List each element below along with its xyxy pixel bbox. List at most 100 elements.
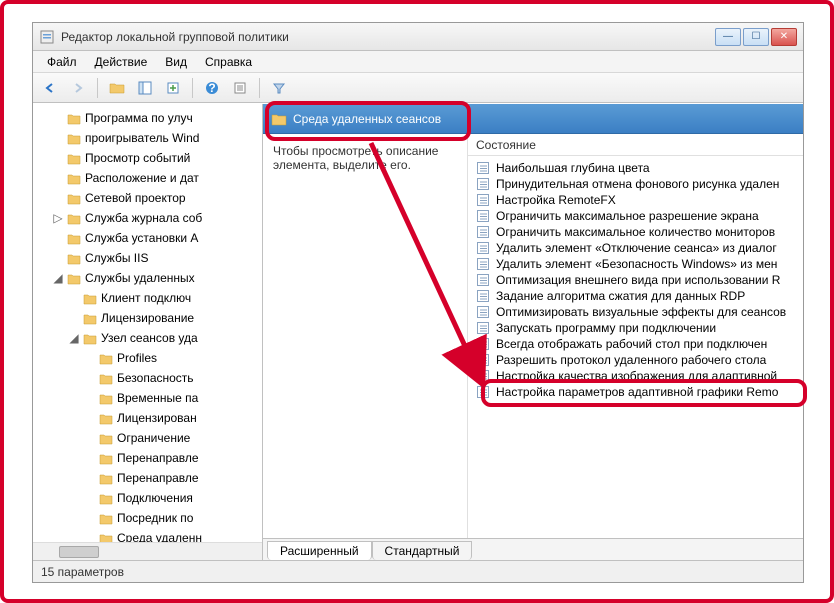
tree-item[interactable]: Среда удаленн: [85, 528, 262, 542]
tree-label: Безопасность: [117, 369, 194, 387]
column-header-state[interactable]: Состояние: [468, 134, 803, 156]
folder-icon: [99, 412, 113, 424]
nav-forward-button[interactable]: [67, 77, 89, 99]
tree-item-session-host[interactable]: ◢ Узел сеансов уда: [69, 328, 262, 348]
status-text: 15 параметров: [41, 565, 124, 579]
policy-icon: [476, 273, 490, 287]
policy-icon: [476, 337, 490, 351]
tree-item[interactable]: Служба установки A: [53, 228, 262, 248]
minimize-button[interactable]: —: [715, 28, 741, 46]
toolbar-separator: [97, 78, 98, 98]
policy-item[interactable]: Ограничить максимальное разрешение экран…: [468, 208, 803, 224]
tree-item[interactable]: Лицензирование: [69, 308, 262, 328]
tree-label: проигрыватель Wind: [85, 129, 199, 147]
collapse-icon[interactable]: ◢: [53, 269, 63, 287]
policy-label: Настройка параметров адаптивной графики …: [496, 385, 778, 399]
tree-item[interactable]: Подключения: [85, 488, 262, 508]
tab-standard[interactable]: Стандартный: [372, 541, 473, 560]
tree-item[interactable]: Profiles: [85, 348, 262, 368]
export-button[interactable]: [162, 77, 184, 99]
policy-label: Удалить элемент «Безопасность Windows» и…: [496, 257, 777, 271]
detail-pane: Среда удаленных сеансов Чтобы просмотрет…: [263, 104, 803, 560]
policy-item[interactable]: Принудительная отмена фонового рисунка у…: [468, 176, 803, 192]
body: Программа по улучпроигрыватель WindПросм…: [33, 103, 803, 560]
tree-label: Profiles: [117, 349, 157, 367]
policy-label: Настройка RemoteFX: [496, 193, 616, 207]
policy-item[interactable]: Разрешить протокол удаленного рабочего с…: [468, 352, 803, 368]
policy-item[interactable]: Настройка качества изображения для адапт…: [468, 368, 803, 384]
policy-icon: [476, 321, 490, 335]
folder-icon: [99, 392, 113, 404]
expand-icon[interactable]: ▷: [53, 209, 63, 227]
tree-label: Службы IIS: [85, 249, 148, 267]
help-button[interactable]: ?: [201, 77, 223, 99]
close-button[interactable]: ✕: [771, 28, 797, 46]
statusbar: 15 параметров: [33, 560, 803, 582]
tree-item[interactable]: Лицензирован: [85, 408, 262, 428]
tree-item[interactable]: Клиент подключ: [69, 288, 262, 308]
show-hide-tree-button[interactable]: [134, 77, 156, 99]
titlebar: Редактор локальной групповой политики — …: [33, 23, 803, 51]
tree-label: Узел сеансов уда: [101, 329, 198, 347]
tree-item[interactable]: Перенаправле: [85, 448, 262, 468]
tree-item[interactable]: Службы IIS: [53, 248, 262, 268]
tree-label: Посредник по: [117, 509, 193, 527]
menu-file[interactable]: Файл: [39, 53, 85, 71]
maximize-button[interactable]: ☐: [743, 28, 769, 46]
folder-icon: [67, 252, 81, 264]
nav-back-button[interactable]: [39, 77, 61, 99]
folder-icon: [83, 312, 97, 324]
tree-item[interactable]: ▷Служба журнала соб: [53, 208, 262, 228]
policy-label: Всегда отображать рабочий стол при подкл…: [496, 337, 767, 351]
tree-item[interactable]: Просмотр событий: [53, 148, 262, 168]
policy-item[interactable]: Настройка RemoteFX: [468, 192, 803, 208]
tree-item[interactable]: Временные па: [85, 388, 262, 408]
properties-button[interactable]: [229, 77, 251, 99]
folder-icon: [83, 292, 97, 304]
tree-item[interactable]: Расположение и дат: [53, 168, 262, 188]
tree-item[interactable]: Перенаправле: [85, 468, 262, 488]
tree-item[interactable]: Ограничение: [85, 428, 262, 448]
policy-icon: [476, 177, 490, 191]
policy-item[interactable]: Задание алгоритма сжатия для данных RDP: [468, 288, 803, 304]
policy-item[interactable]: Всегда отображать рабочий стол при подкл…: [468, 336, 803, 352]
horizontal-scrollbar[interactable]: [33, 542, 262, 560]
policy-item[interactable]: Наибольшая глубина цвета: [468, 160, 803, 176]
tree-item[interactable]: Программа по улуч: [53, 108, 262, 128]
filter-button[interactable]: [268, 77, 290, 99]
policy-item[interactable]: Ограничить максимальное количество монит…: [468, 224, 803, 240]
policy-item[interactable]: Настройка параметров адаптивной графики …: [468, 384, 803, 400]
menubar: Файл Действие Вид Справка: [33, 51, 803, 73]
tab-extended[interactable]: Расширенный: [267, 541, 372, 560]
folder-icon: [99, 432, 113, 444]
menu-action[interactable]: Действие: [87, 53, 156, 71]
tree-item-remote-services[interactable]: ◢ Службы удаленных: [53, 268, 262, 288]
policy-label: Разрешить протокол удаленного рабочего с…: [496, 353, 766, 367]
policy-item[interactable]: Удалить элемент «Безопасность Windows» и…: [468, 256, 803, 272]
policy-item[interactable]: Запускать программу при подключении: [468, 320, 803, 336]
collapse-icon[interactable]: ◢: [69, 329, 79, 347]
policy-item[interactable]: Удалить элемент «Отключение сеанса» из д…: [468, 240, 803, 256]
tree-label: Лицензирован: [117, 409, 197, 427]
folder-icon: [271, 113, 285, 125]
policy-label: Принудительная отмена фонового рисунка у…: [496, 177, 779, 191]
policy-label: Удалить элемент «Отключение сеанса» из д…: [496, 241, 777, 255]
settings-list[interactable]: Наибольшая глубина цветаПринудительная о…: [468, 156, 803, 538]
tree-item[interactable]: проигрыватель Wind: [53, 128, 262, 148]
policy-icon: [476, 305, 490, 319]
policy-item[interactable]: Оптимизировать визуальные эффекты для се…: [468, 304, 803, 320]
policy-item[interactable]: Оптимизация внешнего вида при использова…: [468, 272, 803, 288]
toolbar-separator: [192, 78, 193, 98]
tree-label: Среда удаленн: [117, 529, 202, 542]
folder-icon: [99, 512, 113, 524]
tree-item[interactable]: Сетевой проектор: [53, 188, 262, 208]
tree-label: Службы удаленных: [85, 269, 195, 287]
up-button[interactable]: [106, 77, 128, 99]
window-title: Редактор локальной групповой политики: [61, 30, 715, 44]
tree-view[interactable]: Программа по улучпроигрыватель WindПросм…: [33, 104, 262, 542]
tree-item[interactable]: Посредник по: [85, 508, 262, 528]
menu-help[interactable]: Справка: [197, 53, 260, 71]
tree-item[interactable]: Безопасность: [85, 368, 262, 388]
menu-view[interactable]: Вид: [157, 53, 195, 71]
policy-label: Ограничить максимальное разрешение экран…: [496, 209, 759, 223]
